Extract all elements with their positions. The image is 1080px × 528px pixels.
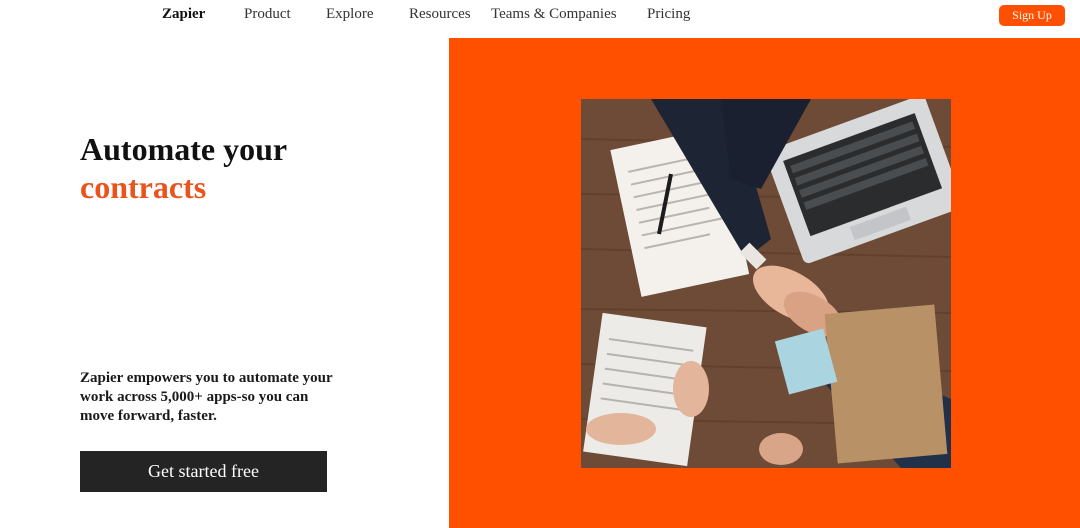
hand-bottom-left <box>586 413 656 445</box>
nav-link-resources[interactable]: Resources <box>409 6 471 23</box>
nav-link-explore[interactable]: Explore <box>326 6 373 23</box>
hero-title-line1: Automate your <box>80 131 288 167</box>
hero-title-accent: contracts <box>80 169 207 205</box>
hand-bottom-center <box>759 433 803 465</box>
top-nav: Zapier Product Explore Resources Teams &… <box>0 0 1080 38</box>
nav-link-teams-companies[interactable]: Teams & Companies <box>491 6 617 23</box>
hero-subtitle: Zapier empowers you to automate your wor… <box>80 370 333 424</box>
nav-link-pricing[interactable]: Pricing <box>647 6 690 23</box>
handshake-illustration <box>581 99 951 468</box>
brand-logo[interactable]: Zapier <box>162 6 205 23</box>
handshake-photo <box>581 99 951 468</box>
hero-title: Automate your contracts <box>80 130 287 206</box>
folder <box>824 304 948 464</box>
nav-link-product[interactable]: Product <box>244 6 291 23</box>
get-started-button[interactable]: Get started free <box>80 451 327 492</box>
page: Zapier Product Explore Resources Teams &… <box>0 0 1080 528</box>
signup-button[interactable]: Sign Up <box>999 5 1065 26</box>
